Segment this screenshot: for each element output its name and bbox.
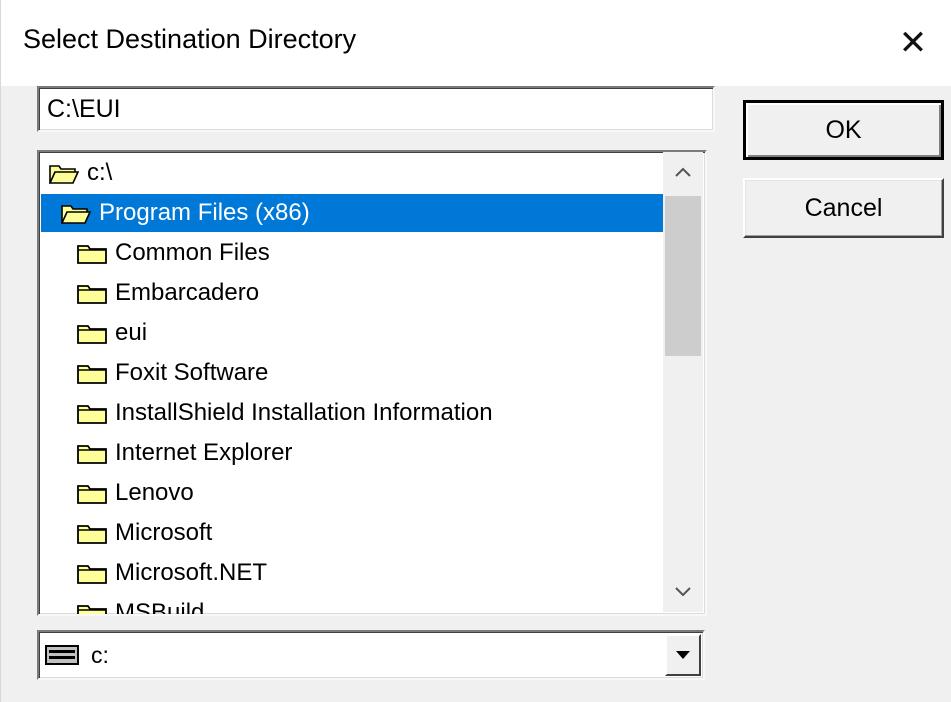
drive-value: c: (91, 641, 109, 668)
tree-item-label: MSBuild (115, 599, 205, 616)
close-icon: ✕ (898, 24, 928, 62)
select-destination-dialog: Select Destination Directory ✕ OK Cancel… (0, 0, 951, 702)
folder-icon (77, 322, 115, 344)
scroll-down-button[interactable] (663, 572, 703, 612)
tree-item[interactable]: Embarcadero (39, 274, 269, 312)
folder-icon (77, 562, 115, 584)
tree-item[interactable]: MSBuild (39, 594, 214, 616)
tree-item[interactable]: Common Files (39, 234, 280, 272)
folder-icon (77, 522, 115, 544)
close-button[interactable]: ✕ (881, 14, 945, 72)
tree-item-label: Program Files (x86) (99, 199, 310, 226)
tree-item[interactable]: InstallShield Installation Information (39, 394, 503, 432)
tree-item-label: Microsoft.NET (115, 559, 268, 586)
tree-item[interactable]: Microsoft (39, 514, 222, 552)
dialog-title: Select Destination Directory (23, 24, 357, 54)
open-folder-icon (49, 162, 87, 184)
tree-item[interactable]: Program Files (x86) (41, 194, 679, 232)
cancel-button[interactable]: Cancel (743, 178, 944, 238)
chevron-up-icon (675, 167, 691, 177)
tree-item[interactable]: Microsoft.NET (39, 554, 277, 592)
directory-tree[interactable]: c:\ Program Files (x86) Common Files Embarc… (37, 150, 707, 616)
tree-scrollbar[interactable] (663, 152, 703, 612)
drive-dropdown-button[interactable] (665, 634, 701, 676)
folder-icon (77, 402, 115, 424)
folder-icon (77, 442, 115, 464)
title-bar: Select Destination Directory ✕ (1, 0, 951, 86)
ok-button[interactable]: OK (743, 100, 944, 160)
folder-icon (77, 242, 115, 264)
path-input[interactable] (37, 86, 715, 132)
tree-item[interactable]: Foxit Software (39, 354, 278, 392)
drive-icon (45, 645, 79, 665)
drive-select[interactable]: c: (37, 630, 705, 680)
tree-item-label: Common Files (115, 239, 270, 266)
scroll-thumb[interactable] (665, 196, 701, 356)
tree-item[interactable]: Lenovo (39, 474, 204, 512)
tree-item[interactable]: c:\ (39, 154, 122, 192)
tree-item-label: Microsoft (115, 519, 213, 546)
folder-icon (77, 482, 115, 504)
triangle-down-icon (676, 651, 690, 659)
folder-icon (77, 602, 115, 614)
tree-item-label: Internet Explorer (115, 439, 293, 466)
tree-item-label: Embarcadero (115, 279, 260, 306)
folder-icon (77, 362, 115, 384)
open-folder-icon (61, 202, 99, 224)
tree-item-label: eui (115, 319, 148, 346)
scroll-up-button[interactable] (663, 152, 703, 192)
tree-item-label: c:\ (87, 159, 113, 186)
folder-icon (77, 282, 115, 304)
tree-item-label: InstallShield Installation Information (115, 399, 493, 426)
chevron-down-icon (675, 587, 691, 597)
tree-item[interactable]: Internet Explorer (39, 434, 302, 472)
tree-item-label: Lenovo (115, 479, 194, 506)
tree-item-label: Foxit Software (115, 359, 269, 386)
tree-item[interactable]: eui (39, 314, 157, 352)
